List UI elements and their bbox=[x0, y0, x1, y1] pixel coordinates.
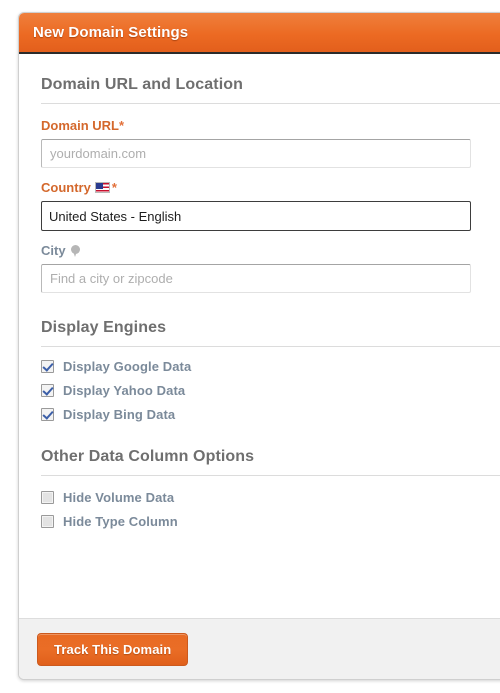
checkbox-row-hide-volume-data[interactable]: Hide Volume Data bbox=[41, 490, 500, 505]
checkbox-display-google-data[interactable] bbox=[41, 360, 54, 373]
country-select[interactable]: United States - English bbox=[41, 201, 471, 231]
checkbox-display-yahoo-data[interactable] bbox=[41, 384, 54, 397]
section-heading-location: Domain URL and Location bbox=[41, 76, 244, 93]
section-display-engines: Display Engines Display Google Data Disp… bbox=[41, 319, 500, 422]
track-this-domain-button[interactable]: Track This Domain bbox=[37, 632, 189, 666]
field-city: City bbox=[41, 243, 500, 293]
checkbox-label: Hide Type Column bbox=[63, 514, 178, 529]
domain-url-label-text: Domain URL bbox=[41, 118, 119, 133]
checkbox-label: Hide Volume Data bbox=[63, 490, 175, 505]
section-divider bbox=[41, 103, 500, 104]
city-input[interactable] bbox=[41, 264, 471, 293]
required-asterisk: * bbox=[111, 180, 117, 195]
field-country: Country * United States - English bbox=[41, 180, 500, 231]
checkbox-display-bing-data[interactable] bbox=[41, 408, 54, 421]
new-domain-settings-panel: New Domain Settings Domain URL and Locat… bbox=[18, 12, 500, 680]
checkbox-hide-volume-data[interactable] bbox=[41, 491, 54, 504]
panel-header: New Domain Settings bbox=[19, 13, 500, 54]
section-heading-columns: Other Data Column Options bbox=[41, 448, 255, 465]
checkbox-row-display-bing-data[interactable]: Display Bing Data bbox=[41, 407, 500, 422]
domain-url-label: Domain URL* bbox=[41, 118, 500, 133]
checkbox-row-hide-type-column[interactable]: Hide Type Column bbox=[41, 514, 500, 529]
checkbox-row-display-google-data[interactable]: Display Google Data bbox=[41, 359, 500, 374]
city-label: City bbox=[41, 243, 500, 258]
country-label-text: Country bbox=[41, 180, 91, 195]
us-flag-icon bbox=[94, 182, 110, 193]
map-pin-icon bbox=[70, 245, 80, 257]
checkbox-hide-type-column[interactable] bbox=[41, 515, 54, 528]
checkbox-label: Display Yahoo Data bbox=[63, 383, 186, 398]
section-domain-url-and-location: Domain URL and Location Domain URL* Coun… bbox=[41, 76, 500, 293]
section-divider bbox=[41, 346, 500, 347]
page-title: New Domain Settings bbox=[33, 24, 189, 41]
field-domain-url: Domain URL* bbox=[41, 118, 500, 168]
country-label: Country * bbox=[41, 180, 500, 195]
checkbox-label: Display Google Data bbox=[63, 359, 192, 374]
section-heading-engines: Display Engines bbox=[41, 319, 167, 336]
city-label-text: City bbox=[41, 243, 66, 258]
required-asterisk: * bbox=[119, 118, 125, 133]
panel-footer: Track This Domain bbox=[19, 618, 500, 679]
checkbox-row-display-yahoo-data[interactable]: Display Yahoo Data bbox=[41, 383, 500, 398]
panel-body: Domain URL and Location Domain URL* Coun… bbox=[19, 54, 500, 620]
checkbox-label: Display Bing Data bbox=[63, 407, 176, 422]
domain-url-input[interactable] bbox=[41, 139, 471, 168]
section-divider bbox=[41, 475, 500, 476]
section-other-data-column-options: Other Data Column Options Hide Volume Da… bbox=[41, 448, 500, 529]
